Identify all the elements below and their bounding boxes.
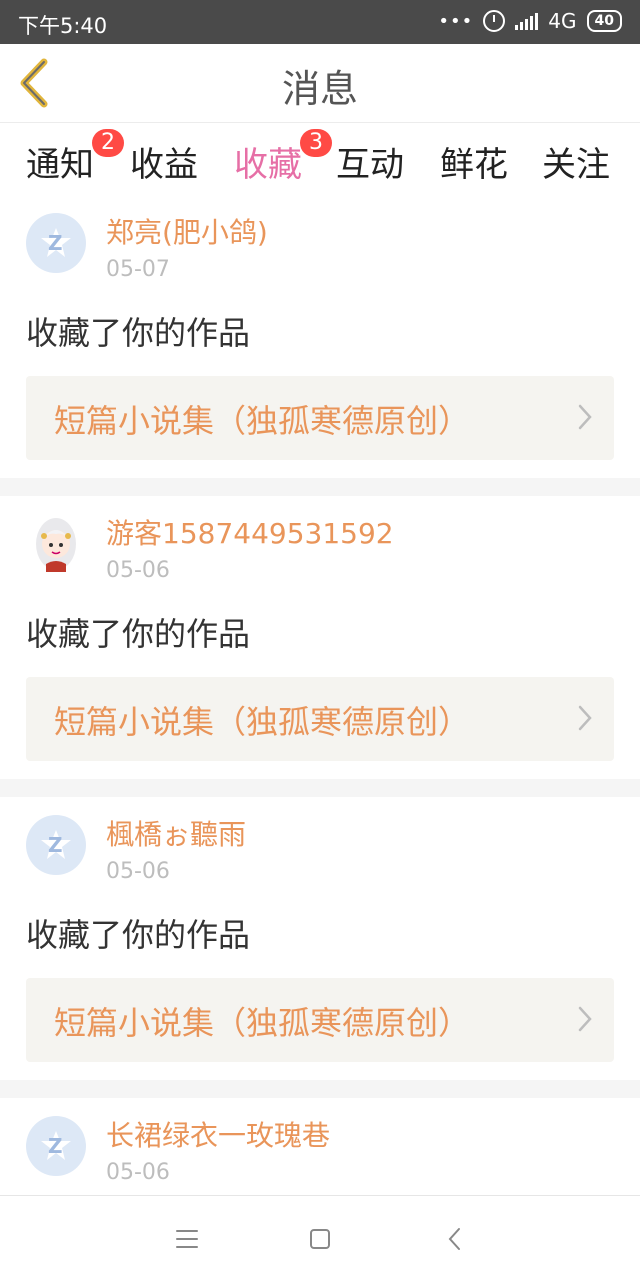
- list-item: Z 长裙绿衣一玫瑰巷 05-06: [0, 1098, 640, 1195]
- status-time: 下午5:40: [18, 14, 108, 38]
- avatar[interactable]: [26, 514, 86, 574]
- status-icons: ••• 4G 40: [438, 9, 622, 33]
- tab-flowers[interactable]: 鲜花: [440, 137, 508, 186]
- tab-label: 收藏: [234, 145, 302, 185]
- avatar[interactable]: Z: [26, 815, 86, 875]
- message-date: 05-06: [106, 558, 170, 583]
- tab-label: 鲜花: [440, 145, 508, 185]
- alarm-icon: [483, 10, 506, 32]
- favorites-badge: 3: [300, 129, 332, 157]
- home-square-icon[interactable]: [303, 1222, 337, 1256]
- message-date: 05-06: [106, 1160, 170, 1185]
- message-date: 05-07: [106, 257, 170, 282]
- work-link[interactable]: 短篇小说集（独孤寒德原创）: [26, 376, 614, 460]
- chevron-right-icon: [578, 705, 592, 731]
- chevron-right-icon: [578, 1006, 592, 1032]
- tab-follow[interactable]: 关注: [542, 137, 610, 186]
- user-name[interactable]: 楓橋ぉ聽雨: [106, 815, 246, 855]
- tab-bar: 通知 2 收益 收藏 3 互动 鲜花 关注: [0, 123, 640, 200]
- list-item: 游客1587449531592 05-06 收藏了你的作品 短篇小说集（独孤寒德…: [0, 496, 640, 779]
- tab-label: 互动: [336, 145, 404, 185]
- header: 消息: [0, 44, 640, 123]
- network-label: 4G: [548, 9, 577, 33]
- z-logo-icon: Z: [48, 1134, 63, 1158]
- tab-interactions[interactable]: 互动: [336, 137, 404, 186]
- message-list: Z 郑亮(肥小鸽) 05-07 收藏了你的作品 短篇小说集（独孤寒德原创） 游客…: [0, 195, 640, 1195]
- tab-label: 收益: [130, 145, 198, 185]
- nav-back-icon[interactable]: [438, 1222, 472, 1256]
- work-link[interactable]: 短篇小说集（独孤寒德原创）: [26, 677, 614, 761]
- avatar[interactable]: Z: [26, 213, 86, 273]
- page-title: 消息: [281, 67, 358, 111]
- signal-icon: [515, 12, 539, 30]
- work-link[interactable]: 短篇小说集（独孤寒德原创）: [26, 978, 614, 1062]
- menu-icon[interactable]: [170, 1222, 204, 1256]
- z-logo-icon: Z: [48, 231, 63, 255]
- anime-avatar-icon: [36, 518, 76, 572]
- avatar[interactable]: Z: [26, 1116, 86, 1176]
- message-date: 05-06: [106, 859, 170, 884]
- more-dots-icon: •••: [438, 10, 474, 32]
- tab-earnings[interactable]: 收益: [130, 137, 198, 186]
- user-name[interactable]: 长裙绿衣一玫瑰巷: [106, 1116, 330, 1156]
- tab-label: 关注: [542, 145, 610, 185]
- z-logo-icon: Z: [48, 833, 63, 857]
- status-bar: 下午5:40 ••• 4G 40: [0, 0, 640, 44]
- system-nav-bar: [0, 1195, 640, 1281]
- list-item: Z 楓橋ぉ聽雨 05-06 收藏了你的作品 短篇小说集（独孤寒德原创）: [0, 797, 640, 1080]
- tab-label: 通知: [26, 145, 94, 185]
- user-name[interactable]: 游客1587449531592: [106, 514, 394, 554]
- action-text: 收藏了你的作品: [26, 916, 251, 954]
- chevron-right-icon: [578, 404, 592, 430]
- tab-favorites[interactable]: 收藏 3: [234, 129, 332, 200]
- list-item: Z 郑亮(肥小鸽) 05-07 收藏了你的作品 短篇小说集（独孤寒德原创）: [0, 195, 640, 478]
- action-text: 收藏了你的作品: [26, 314, 251, 352]
- tab-notifications[interactable]: 通知 2: [26, 129, 124, 186]
- work-title: 短篇小说集（独孤寒德原创）: [54, 703, 471, 741]
- notification-badge: 2: [92, 129, 124, 157]
- user-name[interactable]: 郑亮(肥小鸽): [106, 213, 268, 253]
- work-title: 短篇小说集（独孤寒德原创）: [54, 402, 471, 440]
- action-text: 收藏了你的作品: [26, 615, 251, 653]
- battery-icon: 40: [586, 10, 622, 32]
- work-title: 短篇小说集（独孤寒德原创）: [54, 1004, 471, 1042]
